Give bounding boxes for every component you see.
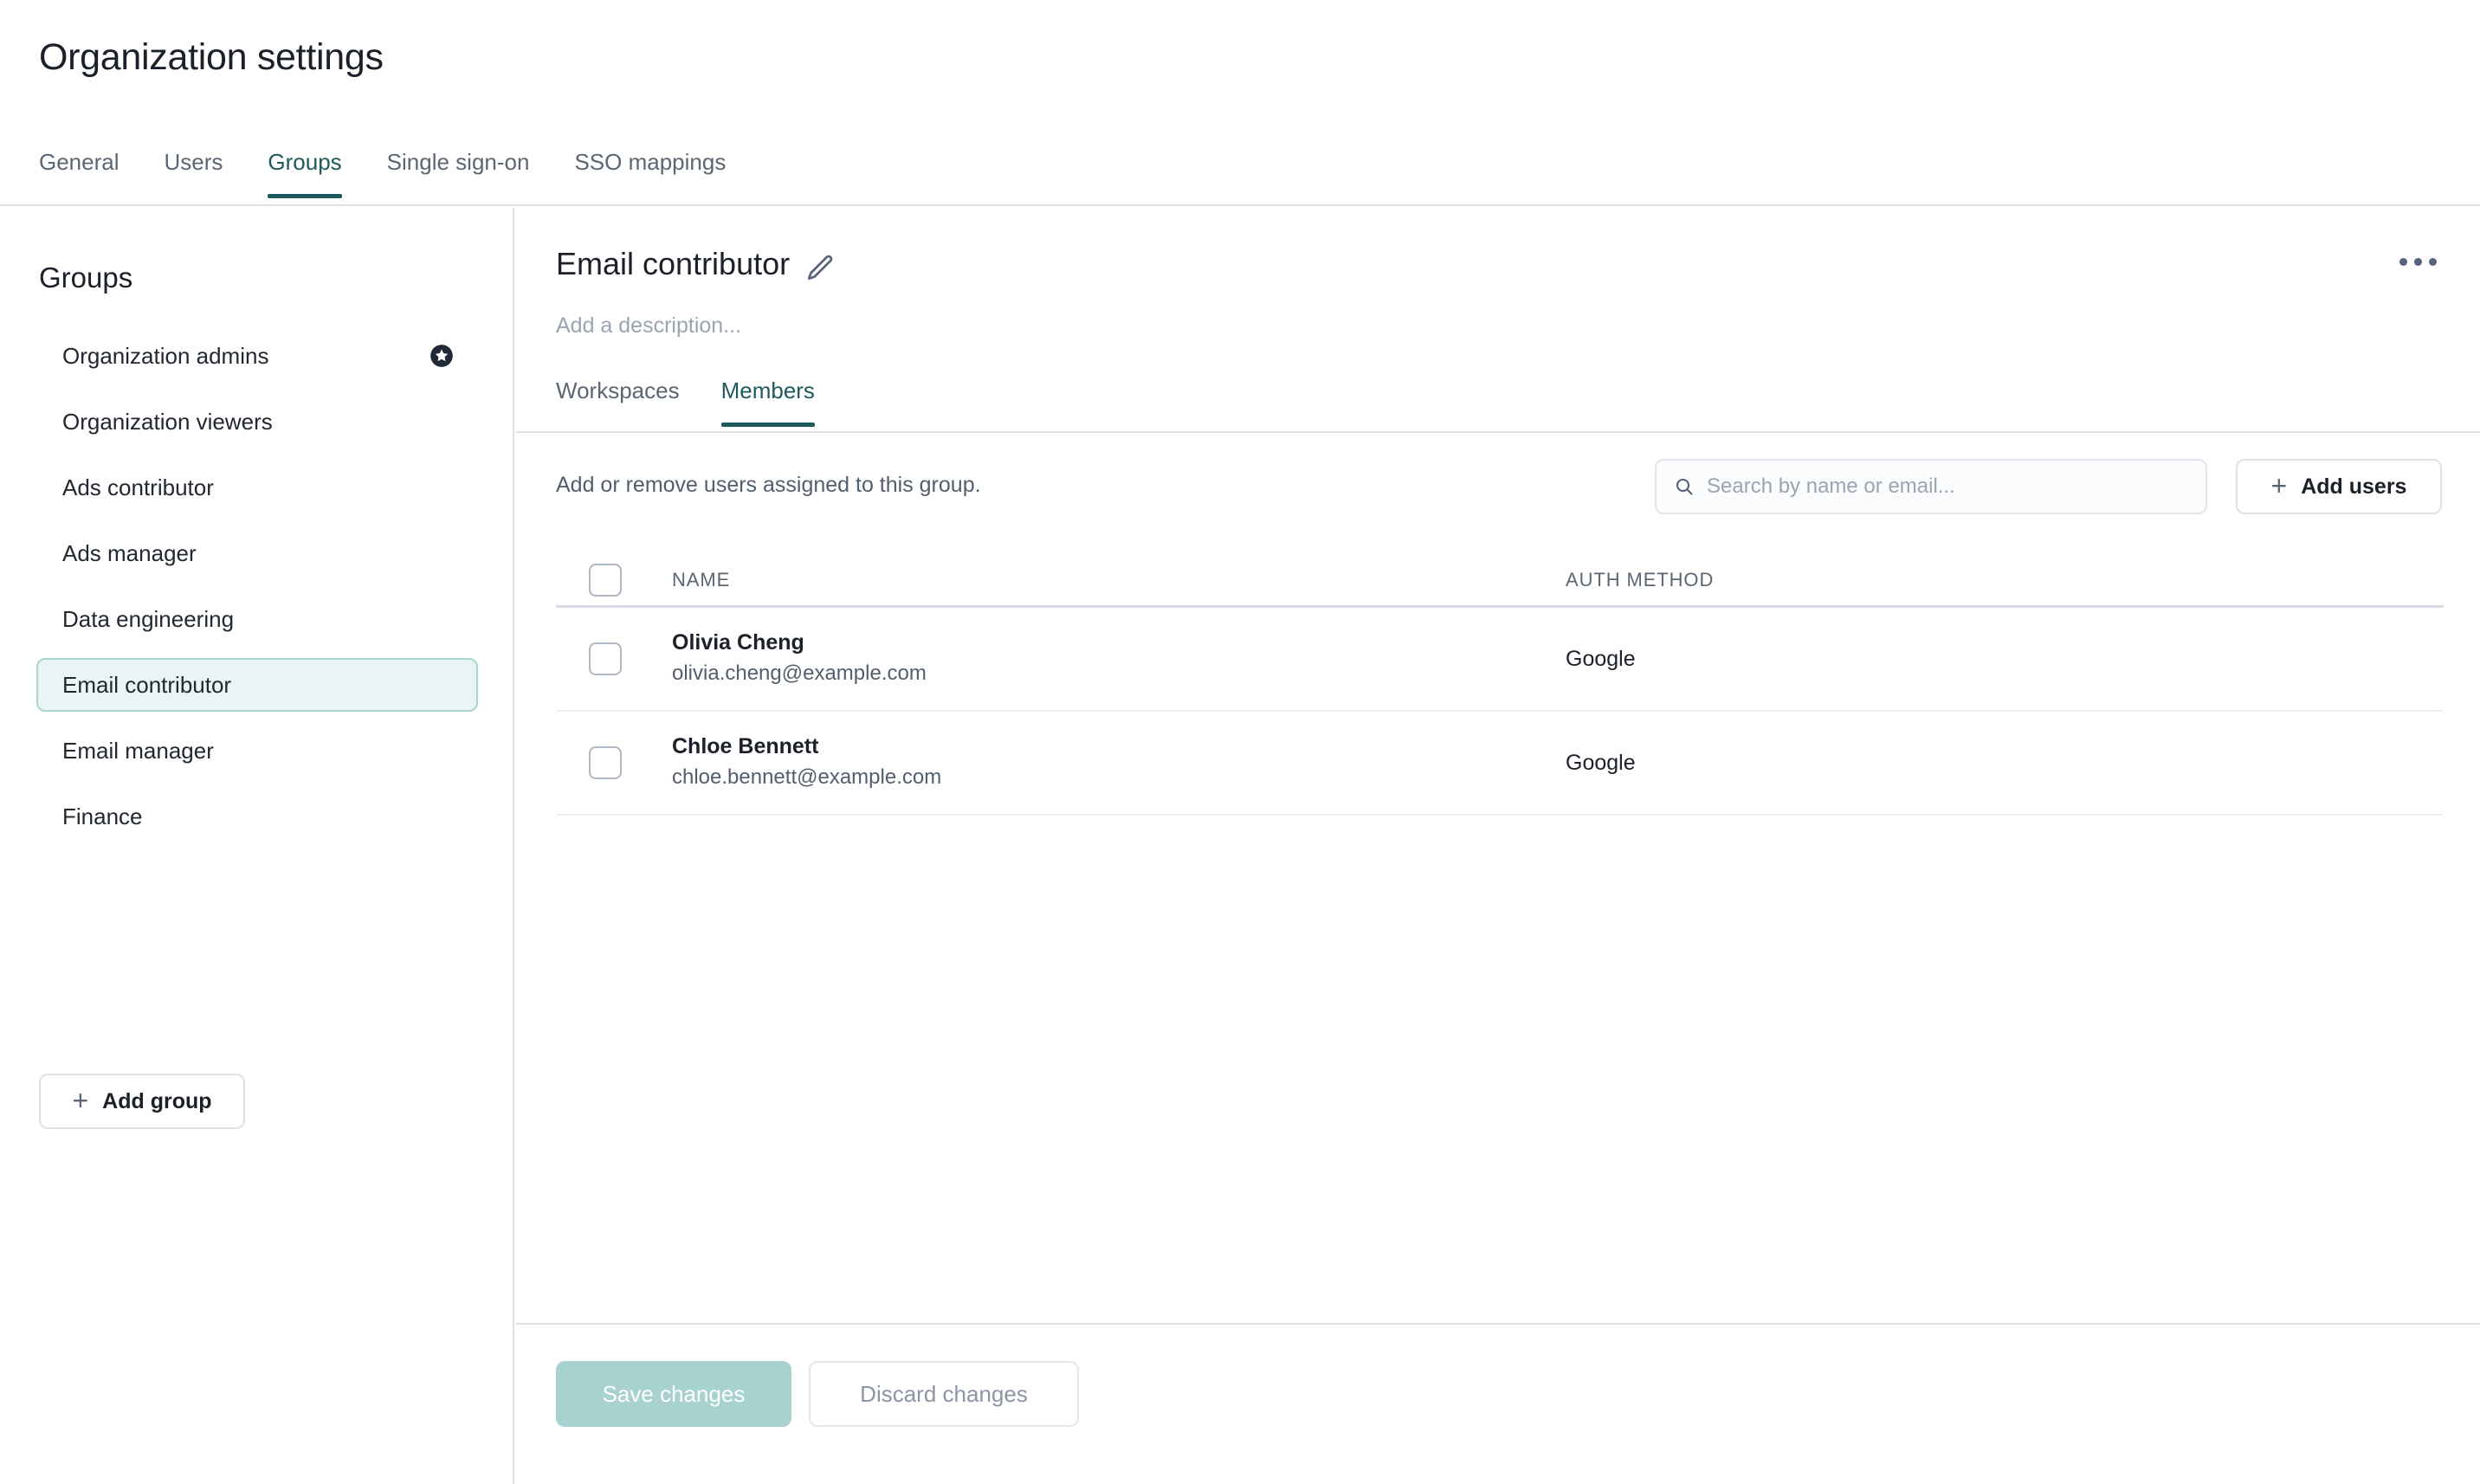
kebab-dot [2429, 258, 2437, 266]
save-changes-button[interactable]: Save changes [556, 1361, 791, 1427]
member-email: olivia.cheng@example.com [672, 661, 927, 686]
group-title: Email contributor [556, 246, 791, 281]
sidebar-item-ads-contributor[interactable]: Ads contributor [36, 461, 478, 514]
sidebar-item-organization-viewers[interactable]: Organization viewers [36, 395, 478, 448]
search-box[interactable] [1655, 459, 2207, 514]
members-hint: Add or remove users assigned to this gro… [556, 473, 981, 497]
tab-general[interactable]: General [39, 149, 119, 198]
more-horizontal-icon[interactable] [2393, 249, 2444, 274]
page-header: Organization settings General Users Grou… [0, 0, 2480, 206]
organization-settings-page: Organization settings General Users Grou… [0, 0, 2480, 1484]
header-divider [516, 431, 2480, 433]
tab-workspaces[interactable]: Workspaces [556, 377, 680, 427]
row-select-cell [556, 746, 672, 779]
discard-changes-button[interactable]: Discard changes [809, 1361, 1079, 1427]
group-list: Organization admins Organization viewers… [36, 329, 478, 855]
group-detail-panel: Email contributor Add a description... W… [516, 208, 2480, 1484]
group-item-label: Finance [62, 803, 143, 829]
table-header-row: NAME AUTH METHOD [556, 554, 2444, 608]
column-header-name: NAME [672, 569, 1566, 591]
star-badge-icon [430, 345, 453, 367]
kebab-dot [2414, 258, 2422, 266]
plus-icon: + [2270, 469, 2288, 501]
row-select-cell [556, 642, 672, 675]
tab-members[interactable]: Members [720, 377, 816, 427]
tab-single-sign-on[interactable]: Single sign-on [387, 149, 530, 198]
add-group-button[interactable]: + Add group [39, 1074, 245, 1129]
group-description-input[interactable]: Add a description... [556, 313, 741, 339]
groups-sidebar: Groups Organization admins Organization … [0, 208, 514, 1484]
row-auth-cell: Google [1566, 751, 2444, 776]
member-auth-method: Google [1566, 646, 1636, 671]
group-detail-header: Email contributor Add a description... W… [516, 208, 2480, 433]
sidebar-item-organization-admins[interactable]: Organization admins [36, 329, 478, 383]
sidebar-item-data-engineering[interactable]: Data engineering [36, 592, 478, 646]
plus-icon: + [72, 1084, 89, 1116]
select-all-checkbox[interactable] [589, 563, 622, 597]
search-input[interactable] [1707, 474, 2188, 499]
tab-users[interactable]: Users [165, 149, 223, 198]
group-item-label: Data engineering [62, 605, 235, 632]
column-header-label: AUTH METHOD [1566, 568, 1715, 590]
table-row[interactable]: Olivia Cheng olivia.cheng@example.com Go… [556, 608, 2444, 712]
member-auth-method: Google [1566, 750, 1636, 775]
add-group-label: Add group [102, 1088, 212, 1113]
group-sub-tab-bar: Workspaces Members [556, 377, 856, 427]
column-header-label: NAME [672, 568, 731, 590]
add-users-label: Add users [2301, 474, 2407, 499]
members-table: NAME AUTH METHOD Olivia Cheng olivia.che… [556, 554, 2444, 816]
row-name-cell: Olivia Cheng olivia.cheng@example.com [672, 629, 1566, 690]
row-checkbox[interactable] [589, 746, 622, 779]
add-users-button[interactable]: + Add users [2236, 459, 2442, 514]
main-tab-bar: General Users Groups Single sign-on SSO … [39, 149, 726, 198]
row-checkbox[interactable] [589, 642, 622, 675]
column-header-auth-method: AUTH METHOD [1566, 569, 2444, 591]
sidebar-item-email-manager[interactable]: Email manager [36, 724, 478, 777]
member-name: Olivia Cheng [672, 629, 804, 655]
row-name-cell: Chloe Bennett chloe.bennett@example.com [672, 732, 1566, 794]
group-item-label: Organization viewers [62, 408, 273, 435]
tab-sso-mappings[interactable]: SSO mappings [574, 149, 726, 198]
row-auth-cell: Google [1566, 647, 2444, 672]
select-all-cell [556, 563, 672, 597]
tab-groups[interactable]: Groups [268, 149, 342, 198]
group-item-label: Ads contributor [62, 474, 214, 500]
search-icon [1676, 478, 1693, 495]
member-name: Chloe Bennett [672, 733, 819, 758]
sidebar-title: Groups [39, 261, 133, 294]
action-footer: Save changes Discard changes [516, 1323, 2480, 1484]
group-item-label: Organization admins [62, 342, 269, 369]
group-item-label: Email manager [62, 737, 214, 764]
members-toolbar: Add or remove users assigned to this gro… [516, 459, 2480, 537]
sidebar-item-email-contributor[interactable]: Email contributor [36, 658, 478, 712]
group-item-label: Email contributor [62, 671, 232, 698]
pencil-icon[interactable] [805, 253, 835, 282]
group-item-label: Ads manager [62, 539, 197, 566]
kebab-dot [2399, 258, 2407, 266]
page-title: Organization settings [39, 36, 384, 78]
sidebar-item-finance[interactable]: Finance [36, 790, 478, 843]
table-row[interactable]: Chloe Bennett chloe.bennett@example.com … [556, 712, 2444, 816]
sidebar-item-ads-manager[interactable]: Ads manager [36, 526, 478, 580]
member-email: chloe.bennett@example.com [672, 765, 942, 790]
